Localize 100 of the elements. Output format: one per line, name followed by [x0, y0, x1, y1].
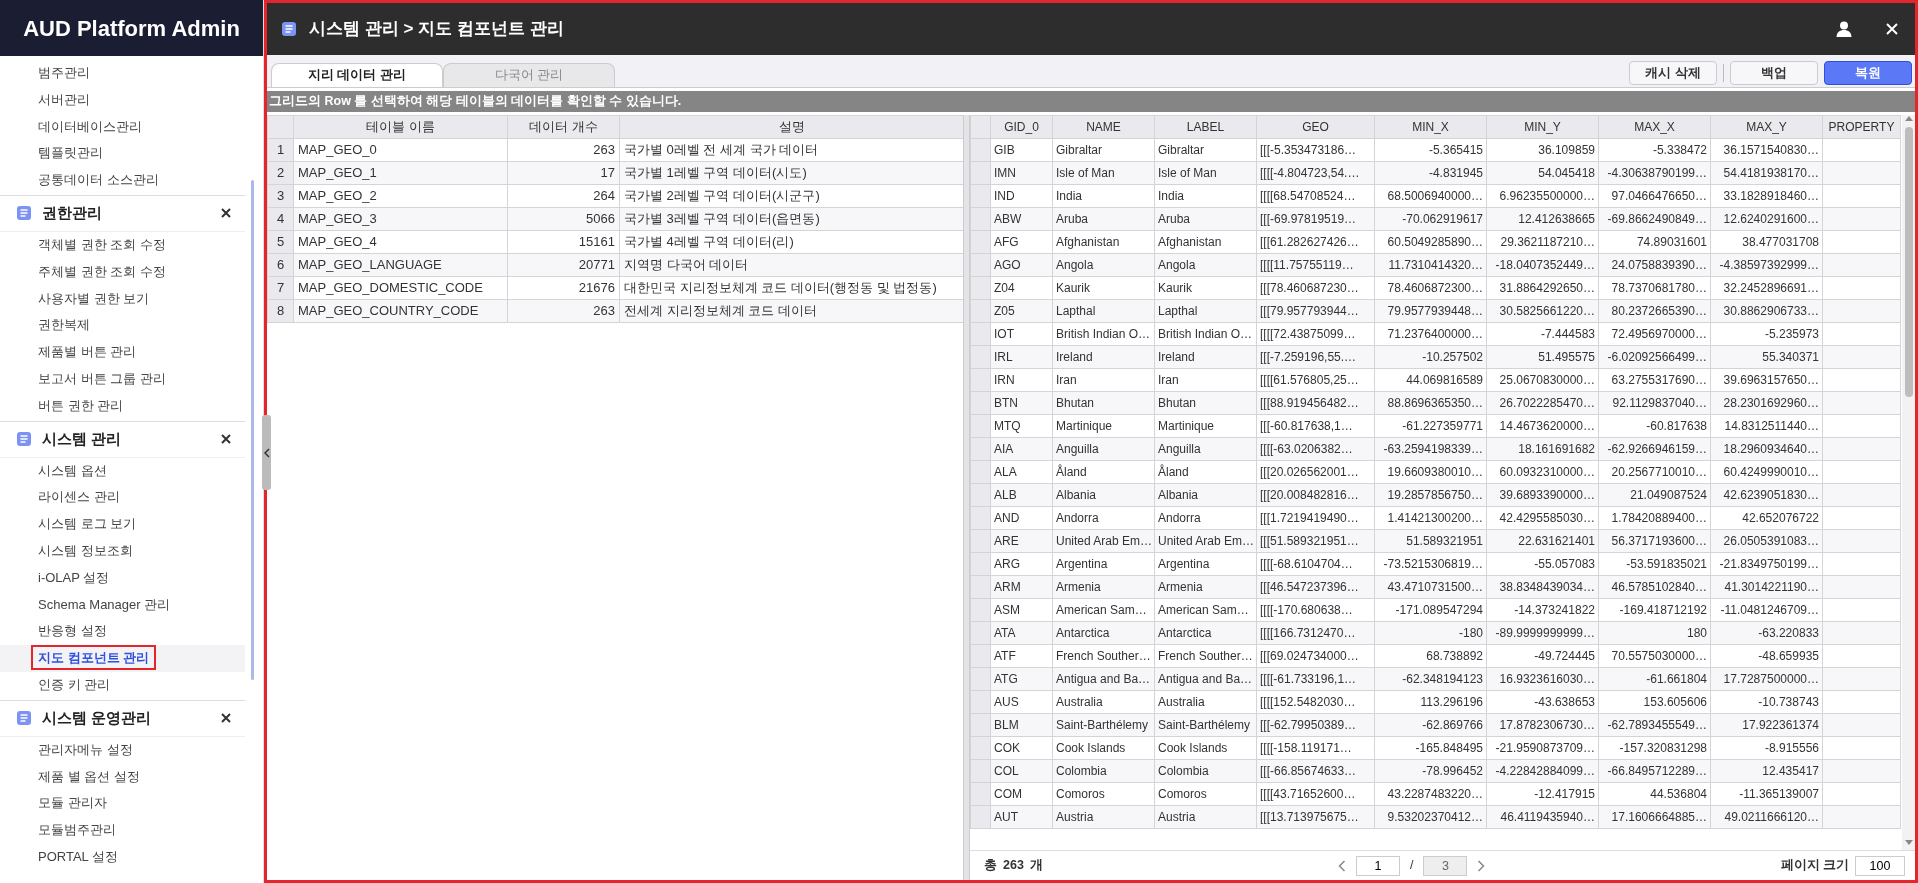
menu-item[interactable]: 서버관리: [0, 86, 245, 114]
table-cell: [[[[166.7312470…: [1256, 621, 1375, 645]
menu-item[interactable]: 범주관리: [0, 60, 245, 87]
menu-item[interactable]: 템플릿관리: [0, 140, 245, 168]
table-cell: -62.869766: [1374, 713, 1487, 737]
menu-item[interactable]: 인증 키 관리: [0, 671, 245, 699]
table-cell: [[[[43.71652600…: [1256, 782, 1375, 806]
table-cell: -89.9999999999…: [1486, 621, 1599, 645]
table-cell: [[[69.024734000…: [1256, 644, 1375, 668]
menu-item[interactable]: 공통데이터 소스관리: [0, 167, 245, 194]
total-pages-field[interactable]: 3: [1423, 855, 1468, 876]
column-header[interactable]: MAX_Y: [1710, 115, 1823, 139]
menu-item[interactable]: 객체별 권한 조회 수정: [0, 232, 245, 259]
column-header[interactable]: NAME: [1052, 115, 1155, 139]
scrollbar-thumb[interactable]: [1904, 127, 1913, 397]
document-icon: [281, 21, 297, 37]
table-cell: 39.6893390000…: [1486, 483, 1599, 507]
column-header[interactable]: GEO: [1256, 115, 1375, 139]
total-count: 263: [1003, 857, 1024, 875]
action-button[interactable]: 복원: [1824, 61, 1912, 85]
section-title[interactable]: 시스템 운영관리: [42, 707, 152, 730]
scroll-down-icon[interactable]: [1904, 840, 1913, 846]
table-cell: Cook Islands: [1154, 736, 1257, 760]
table-cell: 51.495575: [1486, 345, 1599, 369]
table-cell: 30.5825661220…: [1486, 299, 1599, 323]
column-header[interactable]: MIN_Y: [1486, 115, 1599, 139]
menu-item[interactable]: 주체별 권한 조회 수정: [0, 258, 245, 286]
table-cell: Andorra: [1154, 506, 1257, 530]
table-cell: 29.3621187210…: [1486, 230, 1599, 254]
scrollbar-thumb[interactable]: [251, 180, 254, 680]
close-icon[interactable]: [221, 208, 231, 219]
table-cell: [[[[-63.0206382…: [1256, 437, 1375, 461]
column-header[interactable]: 설명: [619, 115, 963, 139]
table-cell: 42.4295585030…: [1486, 506, 1599, 530]
page-size-label: 페이지 크기: [1780, 857, 1849, 875]
table-cell: -62.9266946159…: [1598, 437, 1711, 461]
table-cell: 31.8864292650…: [1486, 276, 1599, 300]
column-header[interactable]: GID_0: [990, 115, 1053, 139]
column-header[interactable]: 데이터 개수: [507, 115, 620, 139]
action-button[interactable]: 백업: [1730, 61, 1818, 85]
scrollbar-track[interactable]: [1902, 115, 1915, 850]
table-cell: [[[88.919456482…: [1256, 391, 1375, 415]
table-cell: -70.062919617: [1374, 207, 1487, 231]
menu-item[interactable]: 관리자메뉴 설정: [0, 736, 245, 764]
menu-item[interactable]: 시스템 정보조회: [0, 537, 245, 565]
section-title[interactable]: 시스템 관리: [42, 427, 122, 451]
notice-text: 그리드의 Row 를 선택하여 해당 테이블의 데이터를 확인할 수 있습니다.: [267, 91, 1915, 112]
table-cell: 21676: [507, 276, 620, 300]
page-field[interactable]: 1: [1355, 855, 1400, 876]
menu-item[interactable]: Schema Manager 관리: [0, 591, 245, 619]
menu-item[interactable]: 제품별 버튼 관리: [0, 339, 245, 366]
menu-item[interactable]: 모듈범주관리: [0, 817, 245, 844]
menu-item[interactable]: 제품 별 옵션 설정: [0, 763, 245, 791]
table-cell: 43.4710731500…: [1374, 575, 1487, 599]
table-cell: 71.2376400000…: [1374, 322, 1487, 346]
tab[interactable]: 지리 데이터 관리: [271, 63, 443, 87]
user-icon[interactable]: [1835, 20, 1853, 38]
menu-item[interactable]: 권한복제: [0, 312, 245, 340]
menu-item[interactable]: 모듈 관리자: [0, 790, 245, 818]
close-icon[interactable]: [221, 434, 231, 445]
column-header[interactable]: PROPERTY: [1822, 115, 1901, 139]
next-page-icon[interactable]: [1477, 859, 1486, 872]
menu-item[interactable]: 데이터베이스관리: [0, 113, 245, 141]
menu-item[interactable]: 라이센스 관리: [0, 484, 245, 512]
table-cell: [[[[68.54708524…: [1256, 184, 1375, 208]
table-cell: 54.045418: [1486, 161, 1599, 185]
table-cell: French Souther…: [1052, 644, 1155, 668]
column-header[interactable]: 테이블 이름: [293, 115, 508, 139]
section-title[interactable]: 권한관리: [42, 202, 102, 225]
page-size-field[interactable]: 100: [1855, 855, 1905, 876]
scroll-up-icon[interactable]: [1904, 115, 1913, 121]
table-cell: -8.915556: [1710, 736, 1823, 760]
menu-item[interactable]: 사용자별 권한 보기: [0, 285, 245, 313]
action-button[interactable]: 캐시 삭제: [1629, 61, 1717, 85]
table-cell: 44.536804: [1598, 782, 1711, 806]
menu-item[interactable]: 지도 컴포넌트 관리: [0, 645, 245, 672]
menu-item[interactable]: 시스템 옵션: [0, 457, 245, 485]
column-header[interactable]: MIN_X: [1374, 115, 1487, 139]
table-cell: -63.2594198339…: [1374, 437, 1487, 461]
previous-page-icon[interactable]: [1337, 859, 1346, 872]
table-cell: [[[-66.85674633…: [1256, 759, 1375, 783]
table-cell: -4.22842884099…: [1486, 759, 1599, 783]
menu-item[interactable]: 보고서 버튼 그룹 관리: [0, 365, 245, 393]
table-cell: -61.661804: [1598, 667, 1711, 691]
menu-item[interactable]: 시스템 로그 보기: [0, 511, 245, 538]
column-header[interactable]: LABEL: [1154, 115, 1257, 139]
column-header[interactable]: MAX_X: [1598, 115, 1711, 139]
total-label: 총: [984, 857, 997, 875]
menu-item[interactable]: PORTAL 설정: [0, 843, 245, 871]
table-cell: 55.340371: [1710, 345, 1823, 369]
table-cell: -6.02092566499…: [1598, 345, 1711, 369]
close-icon[interactable]: [221, 713, 231, 724]
menu-item[interactable]: i-OLAP 설정: [0, 564, 245, 592]
menu-item[interactable]: 반응형 설정: [0, 618, 245, 646]
collapse-handle[interactable]: [262, 415, 271, 490]
table-cell: [[[79.957793944…: [1256, 299, 1375, 323]
table-cell: MAP_GEO_COUNTRY_CODE: [293, 299, 508, 323]
table-cell: 전세계 지리정보체계 코드 데이터: [619, 299, 963, 323]
menu-item[interactable]: 버튼 권한 관리: [0, 392, 245, 420]
row-number: 5: [267, 230, 294, 254]
